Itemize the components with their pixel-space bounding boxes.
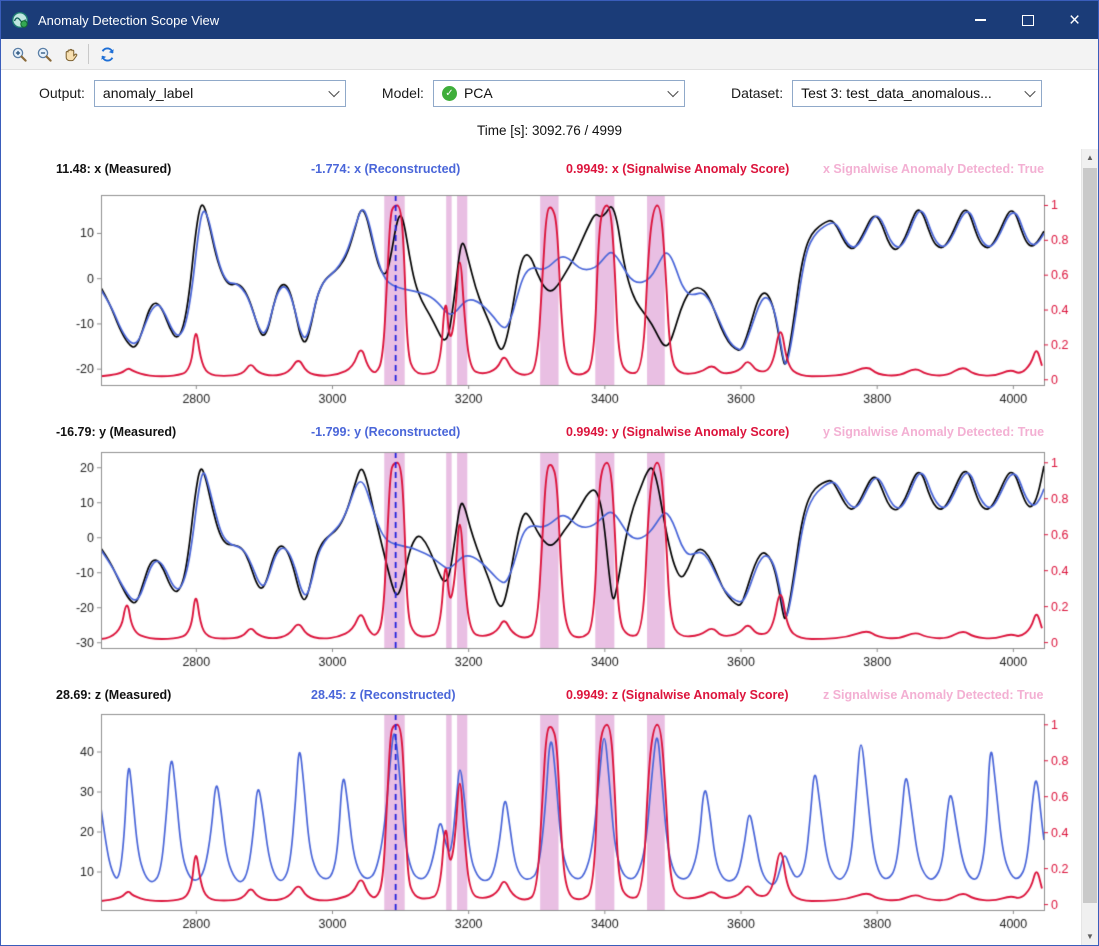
y-measured-label: -16.79: y (Measured) (56, 425, 176, 439)
model-combobox[interactable]: ✓ PCA (433, 80, 685, 107)
plot-x-header: 11.48: x (Measured) -1.774: x (Reconstru… (1, 162, 1076, 178)
y-anomaly-detected-label: y Signalwise Anomaly Detected: True (823, 425, 1044, 439)
z-anomaly-detected-label: z Signalwise Anomaly Detected: True (823, 688, 1043, 702)
x-anomaly-detected-label: x Signalwise Anomaly Detected: True (823, 162, 1044, 176)
plot-z-header: 28.69: z (Measured) 28.45: z (Reconstruc… (1, 688, 1076, 704)
model-label: Model: (382, 85, 424, 101)
minimize-icon (975, 19, 986, 21)
plot-canvas[interactable] (1, 707, 1079, 942)
toolbar (1, 39, 1098, 70)
window-buttons: × (957, 1, 1098, 39)
maximize-icon (1022, 15, 1034, 26)
refresh-icon (99, 46, 116, 63)
scrollbar-thumb[interactable] (1083, 168, 1097, 903)
chevron-down-icon (667, 86, 678, 97)
charts-panel: 11.48: x (Measured) -1.774: x (Reconstru… (1, 149, 1098, 945)
z-reconstructed-label: 28.45: z (Reconstructed) (311, 688, 455, 702)
chevron-down-icon (328, 86, 339, 97)
z-anomaly-score-label: 0.9949: z (Signalwise Anomaly Score) (566, 688, 789, 702)
output-value: anomaly_label (103, 85, 324, 101)
zoom-out-icon (36, 46, 53, 63)
zoom-out-button[interactable] (32, 42, 57, 67)
window-title: Anomaly Detection Scope View (38, 13, 219, 28)
controls-row: Output: anomaly_label Model: ✓ PCA Datas… (1, 70, 1098, 116)
dataset-label: Dataset: (731, 85, 783, 101)
pan-button[interactable] (57, 42, 82, 67)
maximize-button[interactable] (1004, 1, 1051, 39)
plot-canvas[interactable] (1, 188, 1079, 412)
zoom-in-button[interactable] (7, 42, 32, 67)
app-icon (11, 11, 29, 29)
scroll-up-icon[interactable]: ▲ (1082, 149, 1098, 166)
z-measured-label: 28.69: z (Measured) (56, 688, 171, 702)
titlebar: Anomaly Detection Scope View × (1, 1, 1098, 39)
y-reconstructed-label: -1.799: y (Reconstructed) (311, 425, 460, 439)
dataset-combobox[interactable]: Test 3: test_data_anomalous... (792, 80, 1042, 107)
close-button[interactable]: × (1051, 1, 1098, 39)
close-icon: × (1069, 11, 1080, 30)
scroll-down-icon[interactable]: ▼ (1082, 928, 1098, 945)
model-status-check-icon: ✓ (442, 86, 457, 101)
minimize-button[interactable] (957, 1, 1004, 39)
chevron-down-icon (1024, 86, 1035, 97)
refresh-button[interactable] (95, 42, 120, 67)
model-value: PCA (464, 85, 663, 101)
output-label: Output: (39, 85, 85, 101)
y-anomaly-score-label: 0.9949: y (Signalwise Anomaly Score) (566, 425, 789, 439)
zoom-in-icon (11, 46, 28, 63)
x-reconstructed-label: -1.774: x (Reconstructed) (311, 162, 460, 176)
output-combobox[interactable]: anomaly_label (94, 80, 346, 107)
x-measured-label: 11.48: x (Measured) (56, 162, 171, 176)
x-anomaly-score-label: 0.9949: x (Signalwise Anomaly Score) (566, 162, 789, 176)
plot-y-header: -16.79: y (Measured) -1.799: y (Reconstr… (1, 425, 1076, 441)
plot-canvas[interactable] (1, 445, 1079, 675)
pan-hand-icon (61, 46, 78, 63)
anomaly-scope-window: Anomaly Detection Scope View × (0, 0, 1099, 946)
toolbar-separator (88, 44, 89, 64)
time-indicator: Time [s]: 3092.76 / 4999 (1, 116, 1098, 149)
vertical-scrollbar[interactable]: ▲ ▼ (1081, 149, 1098, 945)
dataset-value: Test 3: test_data_anomalous... (801, 85, 1020, 101)
